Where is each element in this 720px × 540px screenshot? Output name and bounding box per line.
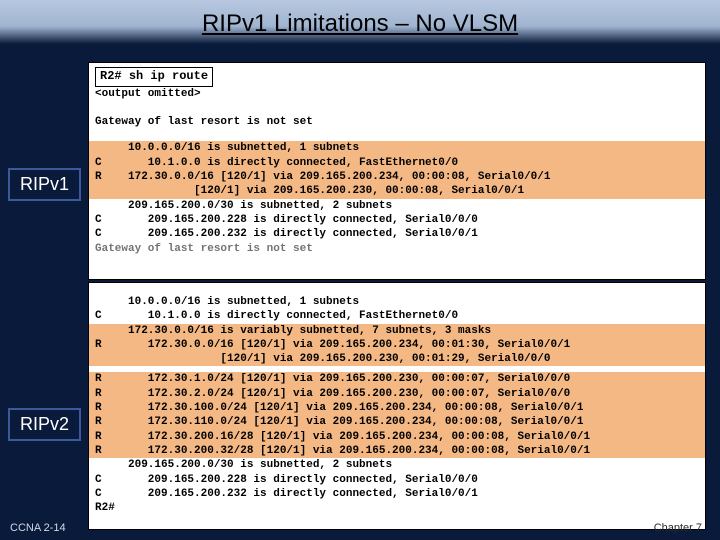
spacer [89, 283, 705, 295]
footer-right: Chapter 7 [654, 522, 702, 534]
route-line: C 209.165.200.228 is directly connected,… [89, 213, 705, 227]
terminal-ripv2: 10.0.0.0/16 is subnetted, 1 subnets C 10… [88, 282, 706, 530]
route-line: C 10.1.0.0 is directly connected, FastEt… [89, 309, 705, 323]
page-title: RIPv1 Limitations – No VLSM [0, 0, 720, 44]
route-line: 10.0.0.0/16 is subnetted, 1 subnets [89, 295, 705, 309]
command-text: sh ip route [129, 69, 208, 83]
terminal-ripv1: R2# sh ip route <output omitted> Gateway… [88, 62, 706, 280]
route-line: [120/1] via 209.165.200.230, 00:00:08, S… [89, 184, 705, 198]
route-line: R 172.30.200.16/28 [120/1] via 209.165.2… [89, 430, 705, 444]
route-line: R 172.30.0.0/16 [120/1] via 209.165.200.… [89, 338, 705, 352]
route-line: C 209.165.200.228 is directly connected,… [89, 473, 705, 487]
command-box: R2# sh ip route [95, 67, 213, 87]
route-line: R 172.30.0.0/16 [120/1] via 209.165.200.… [89, 170, 705, 184]
blank-line [89, 101, 705, 115]
route-line: R 172.30.1.0/24 [120/1] via 209.165.200.… [89, 372, 705, 386]
route-line: 209.165.200.0/30 is subnetted, 2 subnets [89, 199, 705, 213]
gateway-line: Gateway of last resort is not set [89, 115, 705, 129]
route-line: R 172.30.2.0/24 [120/1] via 209.165.200.… [89, 387, 705, 401]
prompt: R2# [89, 501, 705, 515]
ripv1-badge: RIPv1 [8, 168, 81, 201]
gateway-line-faded: Gateway of last resort is not set [89, 242, 705, 256]
spacer [89, 129, 705, 141]
prompt: R2# [100, 69, 122, 83]
route-line: [120/1] via 209.165.200.230, 00:01:29, S… [89, 352, 705, 366]
ripv2-badge: RIPv2 [8, 408, 81, 441]
route-line: 172.30.0.0/16 is variably subnetted, 7 s… [89, 324, 705, 338]
output-omitted: <output omitted> [89, 87, 705, 101]
footer-left: CCNA 2-14 [10, 522, 66, 534]
route-line: R 172.30.200.32/28 [120/1] via 209.165.2… [89, 444, 705, 458]
route-line: R 172.30.110.0/24 [120/1] via 209.165.20… [89, 415, 705, 429]
route-line: C 10.1.0.0 is directly connected, FastEt… [89, 156, 705, 170]
route-line: C 209.165.200.232 is directly connected,… [89, 487, 705, 501]
route-line: 10.0.0.0/16 is subnetted, 1 subnets [89, 141, 705, 155]
route-line: C 209.165.200.232 is directly connected,… [89, 227, 705, 241]
route-line: 209.165.200.0/30 is subnetted, 2 subnets [89, 458, 705, 472]
route-line: R 172.30.100.0/24 [120/1] via 209.165.20… [89, 401, 705, 415]
